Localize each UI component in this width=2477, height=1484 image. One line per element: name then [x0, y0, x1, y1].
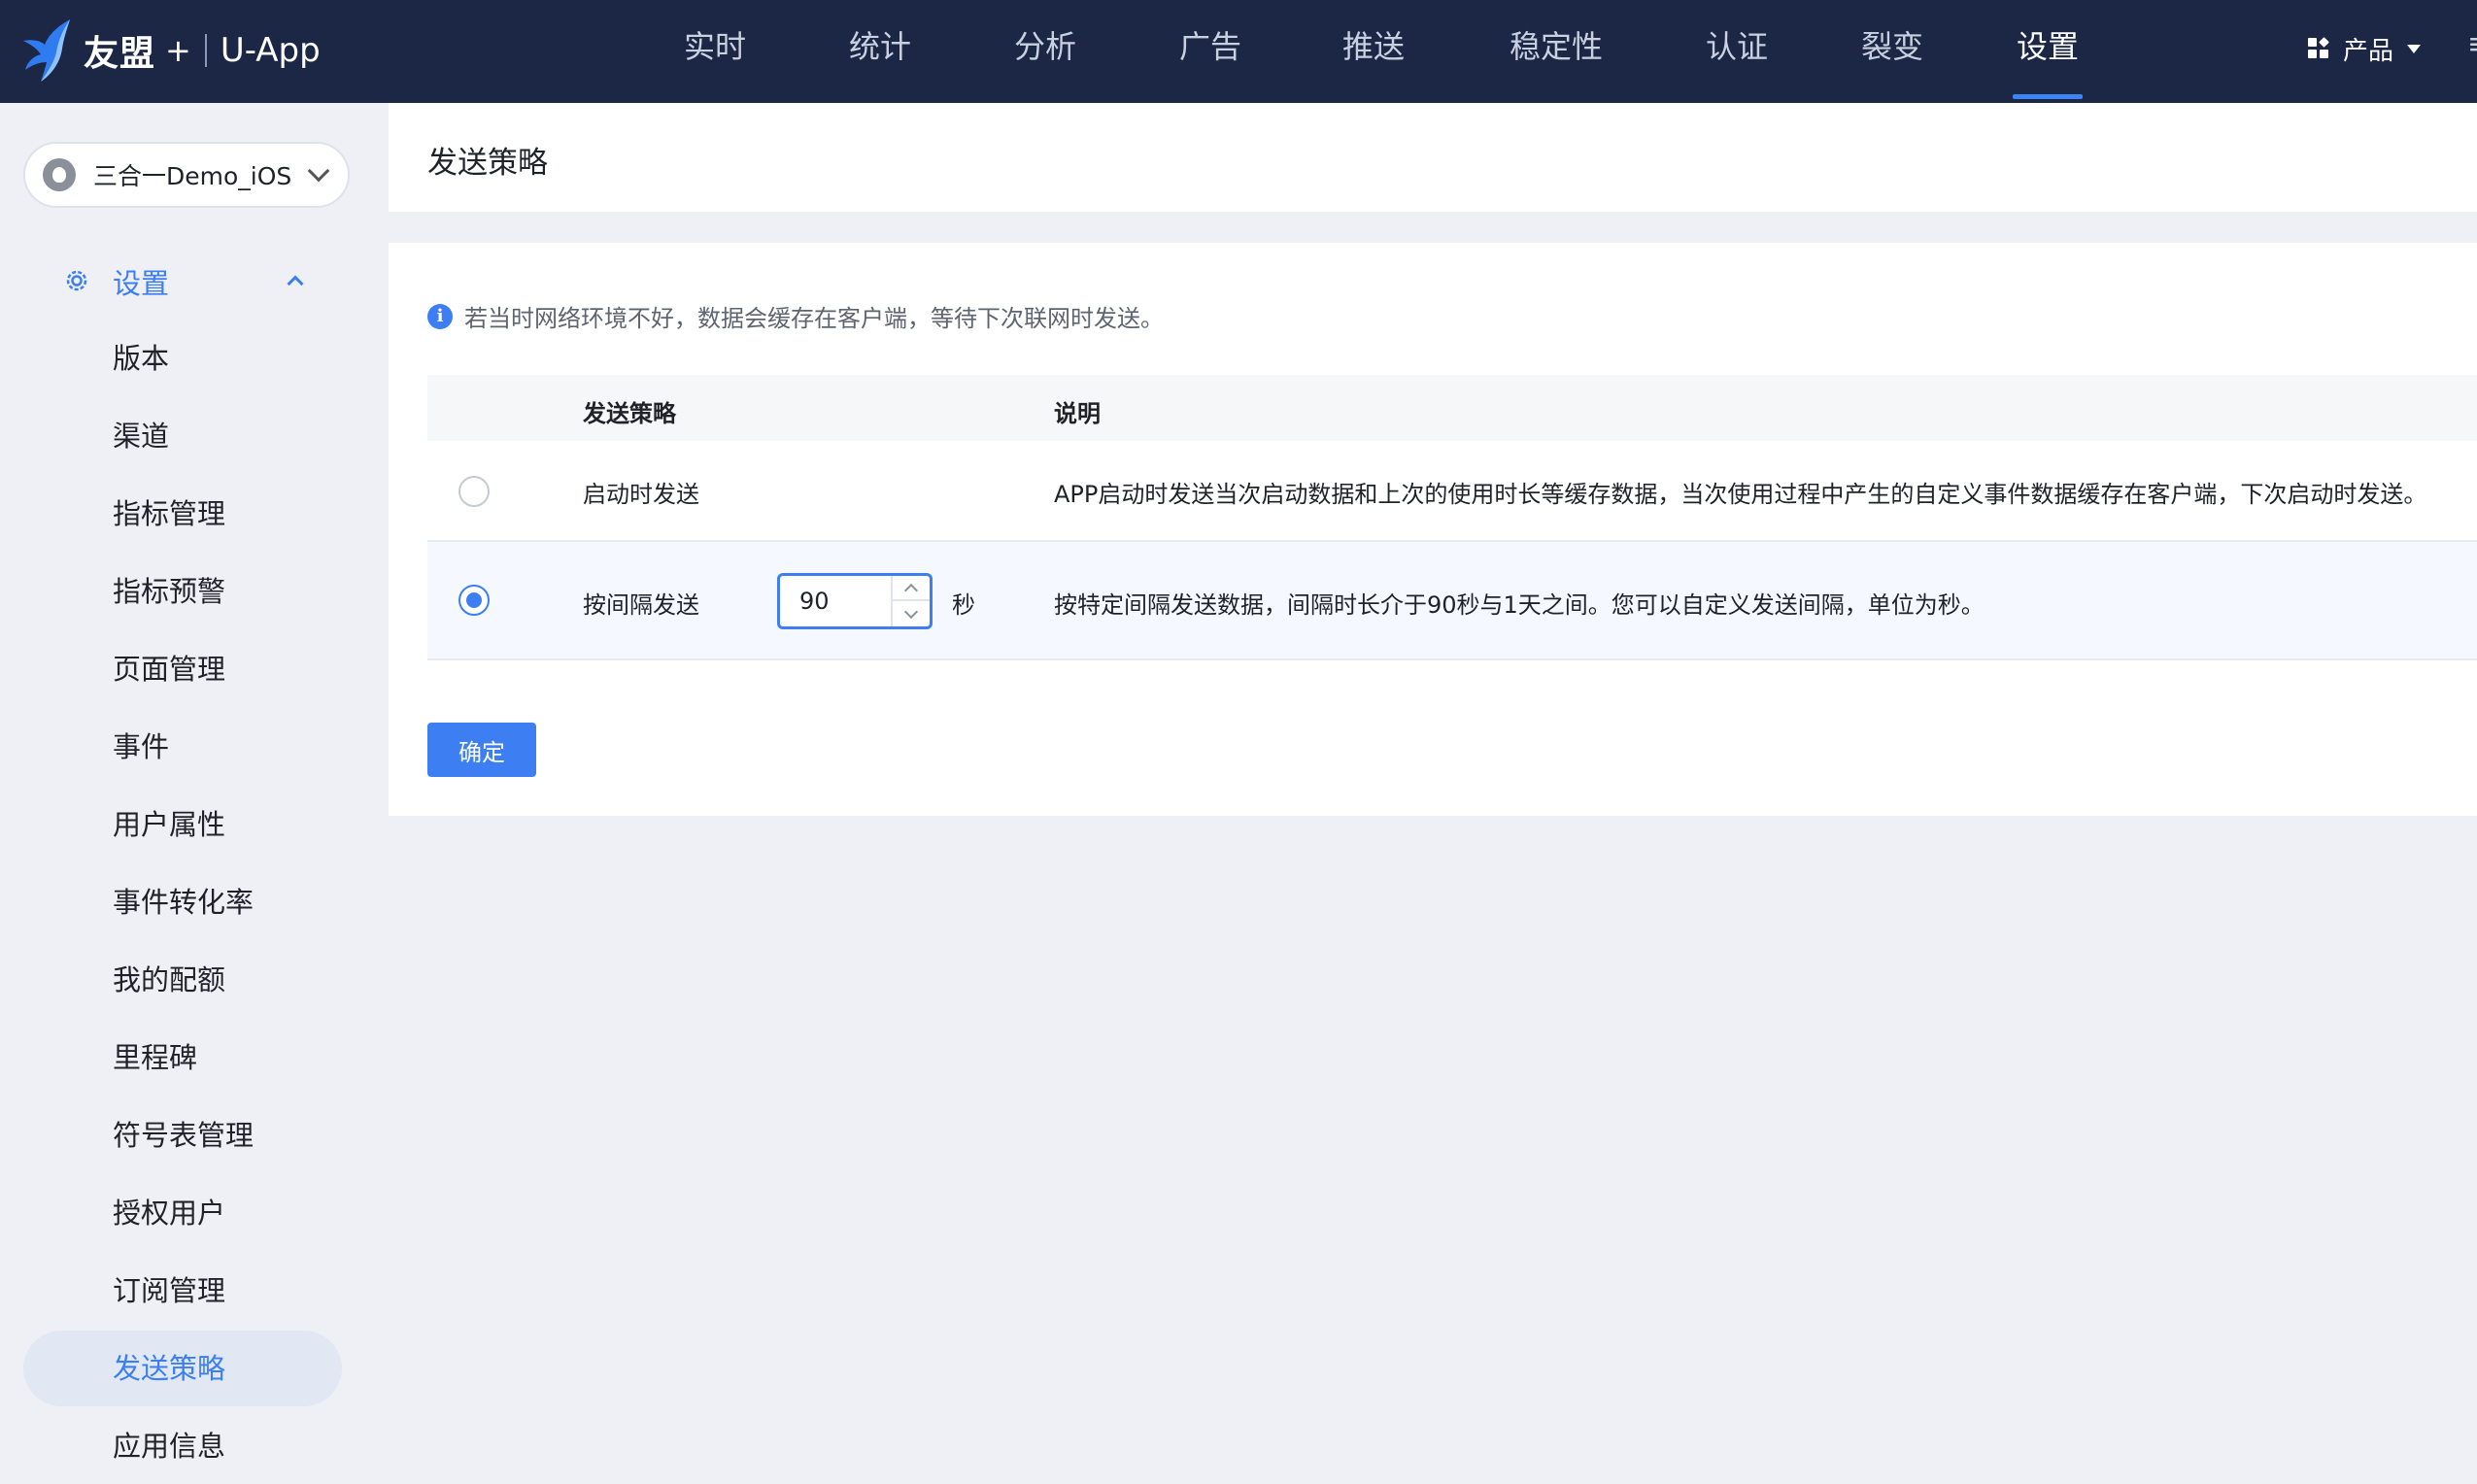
interval-input[interactable] — [780, 576, 893, 626]
header-description: 说明 — [1054, 400, 1101, 427]
sidebar-item-version[interactable]: 版本 — [23, 320, 342, 396]
sidebar-item-channel[interactable]: 渠道 — [23, 398, 342, 474]
decrement-button[interactable] — [893, 601, 930, 626]
strategy-name: 按间隔发送 — [583, 591, 699, 619]
sidebar-item-subscription[interactable]: 订阅管理 — [23, 1253, 342, 1329]
interval-stepper[interactable] — [777, 573, 933, 629]
radio-send-by-interval[interactable] — [458, 585, 490, 616]
stepper-controls — [891, 576, 930, 626]
umeng-bird-icon — [23, 19, 70, 82]
sidebar-item-quota[interactable]: 我的配额 — [23, 942, 342, 1018]
top-navigation-bar: 友盟 + U-App 实时 统计 分析 广告 推送 稳定性 认证 裂变 设置 产… — [0, 0, 2477, 103]
nav-auth[interactable]: 认证 — [1702, 0, 1772, 103]
strategy-description: 按特定间隔发送数据，间隔时长介于90秒与1天之间。您可以自定义发送间隔，单位为秒… — [1054, 591, 1985, 619]
settings-menu-header[interactable]: 设置 — [0, 243, 367, 320]
apple-icon — [43, 158, 76, 191]
nav-statistics[interactable]: 统计 — [845, 0, 915, 103]
nav-push[interactable]: 推送 — [1339, 0, 1408, 103]
increment-button[interactable] — [893, 576, 930, 601]
nav-settings[interactable]: 设置 — [2013, 0, 2083, 103]
chevron-up-icon[interactable] — [287, 275, 304, 292]
sidebar-item-conversion[interactable]: 事件转化率 — [23, 864, 342, 940]
page-title: 发送策略 — [427, 146, 548, 181]
strategy-table: 发送策略 说明 启动时发送 APP启动时发送当次启动数据和上次的使用时长等缓存数… — [427, 375, 2477, 660]
sidebar-item-user-props[interactable]: 用户属性 — [23, 787, 342, 862]
logo-divider — [204, 34, 207, 67]
chevron-up-icon — [903, 583, 919, 597]
settings-menu-title: 设置 — [113, 267, 170, 300]
sidebar-item-alerts[interactable]: 指标预警 — [23, 554, 342, 629]
sidebar-item-metrics[interactable]: 指标管理 — [23, 476, 342, 552]
table-row: 启动时发送 APP启动时发送当次启动数据和上次的使用时长等缓存数据，当次使用过程… — [427, 441, 2477, 542]
nav-ads[interactable]: 广告 — [1175, 0, 1245, 103]
sidebar: 三合一Demo_iOS 设置 版本 渠道 指标管理 指标预警 页面管理 事件 用… — [0, 103, 367, 1476]
sidebar-item-auth-users[interactable]: 授权用户 — [23, 1175, 342, 1251]
nav-realtime[interactable]: 实时 — [680, 0, 750, 103]
strategy-description: APP启动时发送当次启动数据和上次的使用时长等缓存数据，当次使用过程中产生的自定… — [1054, 481, 2427, 508]
settings-menu-group: 设置 版本 渠道 指标管理 指标预警 页面管理 事件 用户属性 事件转化率 我的… — [0, 243, 367, 1463]
brand-plus: + — [165, 32, 191, 69]
sidebar-item-milestones[interactable]: 里程碑 — [23, 1020, 342, 1096]
interval-unit: 秒 — [952, 591, 975, 619]
app-selector-value: 三合一Demo_iOS — [93, 162, 292, 190]
sidebar-item-pages[interactable]: 页面管理 — [23, 631, 342, 707]
info-icon: i — [427, 303, 453, 329]
sidebar-item-events[interactable]: 事件 — [23, 709, 342, 785]
confirm-button[interactable]: 确定 — [427, 723, 536, 777]
nav-analysis[interactable]: 分析 — [1010, 0, 1080, 103]
sidebar-item-app-info[interactable]: 应用信息 — [23, 1408, 342, 1484]
radio-send-on-launch[interactable] — [458, 476, 490, 507]
umeng-logo[interactable]: 友盟 + U-App — [19, 12, 321, 89]
chevron-down-icon — [903, 604, 919, 619]
sidebar-item-symbols[interactable]: 符号表管理 — [23, 1097, 342, 1173]
product-switcher-label: 产品 — [2343, 36, 2394, 66]
chevron-down-icon — [307, 159, 330, 183]
app-selector[interactable]: 三合一Demo_iOS — [23, 142, 350, 208]
apps-grid-icon — [2308, 37, 2329, 59]
brand-name: 友盟 — [84, 34, 156, 74]
product-switcher[interactable]: 产品 — [2308, 29, 2422, 68]
send-strategy-card: i 若当时网络环境不好，数据会缓存在客户端，等待下次联网时发送。 发送策略 说明… — [389, 243, 2477, 816]
info-notice: i 若当时网络环境不好，数据会缓存在客户端，等待下次联网时发送。 — [427, 299, 1164, 333]
gear-icon — [66, 270, 87, 291]
product-name: U-App — [220, 31, 321, 70]
header-strategy: 发送策略 — [583, 400, 676, 427]
nav-stability[interactable]: 稳定性 — [1504, 0, 1609, 103]
info-text: 若当时网络环境不好，数据会缓存在客户端，等待下次联网时发送。 — [464, 305, 1164, 332]
truncated-menu-icon[interactable]: ≡ — [2467, 27, 2477, 61]
caret-down-icon — [2407, 44, 2422, 53]
main-nav: 实时 统计 分析 广告 推送 稳定性 认证 裂变 设置 — [680, 0, 2083, 103]
strategy-name: 启动时发送 — [583, 481, 699, 508]
table-header: 发送策略 说明 — [427, 375, 2477, 441]
nav-fission[interactable]: 裂变 — [1857, 0, 1927, 103]
table-row: 按间隔发送 秒 按特定间隔发送数据，间隔时长介于90秒与1天之间。您可以自定义发… — [427, 542, 2477, 660]
page-header: 发送策略 — [389, 103, 2477, 212]
sidebar-item-send-strategy[interactable]: 发送策略 — [23, 1331, 342, 1406]
